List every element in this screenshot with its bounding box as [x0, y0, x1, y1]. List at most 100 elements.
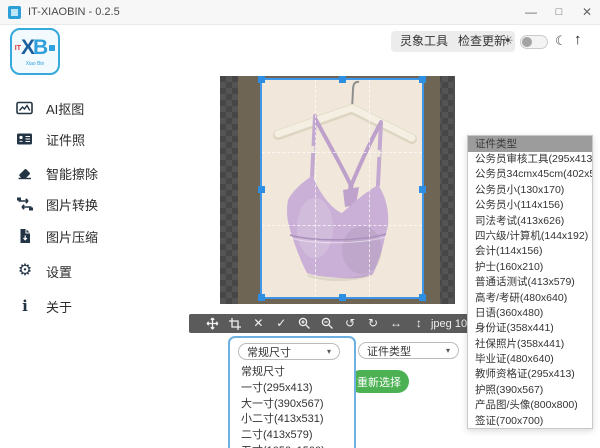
sidebar-item-label: 图片转换 [46, 195, 98, 214]
handle-bottom-left[interactable] [258, 294, 265, 301]
format-quality-label[interactable]: jpeg 10 [430, 318, 467, 330]
certificate-type-option[interactable]: 身份证(358x441) [468, 321, 592, 336]
size-option[interactable]: 大一寸(390x567) [234, 397, 350, 413]
move-icon[interactable] [201, 317, 224, 330]
certificate-type-option[interactable]: 日语(360x480) [468, 306, 592, 321]
handle-right-mid[interactable] [419, 186, 426, 193]
grid-line-horizontal [262, 152, 422, 153]
app-logo: IT X B Xiao Bin [10, 28, 60, 75]
size-option[interactable]: 二寸(413x579) [234, 428, 350, 444]
certificate-type-option[interactable]: 公务员小(114x156) [468, 198, 592, 213]
certificate-type-option[interactable]: 司法考试(413x626) [468, 214, 592, 229]
sidebar-item-label: 关于 [46, 297, 72, 316]
close-button[interactable]: ✕ [578, 3, 596, 21]
certificate-type-option[interactable]: 护照(390x567) [468, 383, 592, 398]
size-option[interactable]: 小二寸(413x531) [234, 412, 350, 428]
grid-line-vertical [369, 80, 370, 297]
scroll-top-button[interactable]: ↑ [574, 31, 582, 48]
app-window: IT-XIAOBIN - 0.2.5 — □ ✕ IT X B Xiao Bin… [0, 0, 600, 448]
certificate-type-option[interactable]: 公务员34cmx45cm(402x531) [468, 167, 592, 182]
sidebar-item-id-photo[interactable]: 证件照 [16, 127, 146, 151]
window-title: IT-XIAOBIN - 0.2.5 [28, 6, 120, 18]
certificate-type-header: 证件类型 [468, 136, 592, 152]
sidebar-item-label: 图片压缩 [46, 227, 98, 246]
handle-top-left[interactable] [258, 76, 265, 83]
certificate-type-option[interactable]: 毕业证(480x640) [468, 352, 592, 367]
grid-line-vertical [315, 80, 316, 297]
handle-top-mid[interactable] [339, 76, 346, 83]
confirm-icon[interactable]: ✓ [270, 314, 293, 333]
type-dropdown[interactable]: 证件类型 ▾ [358, 342, 459, 359]
certificate-type-option[interactable]: 会计(114x156) [468, 244, 592, 259]
logo-x-text: X [21, 36, 33, 60]
convert-arrows-icon [16, 196, 34, 212]
certificate-type-option[interactable]: 签证(700x700) [468, 414, 592, 429]
logo-b-text: B [33, 36, 48, 60]
certificate-type-option[interactable]: 社保照片(358x441) [468, 337, 592, 352]
reselect-button[interactable]: 重新选择 [349, 370, 409, 393]
image-cutout-icon [16, 100, 34, 116]
grid-line-horizontal [262, 225, 422, 226]
sidebar-item-label: AI抠图 [46, 99, 84, 118]
theme-toggle[interactable] [520, 35, 548, 49]
handle-top-right[interactable] [419, 76, 426, 83]
rotate-ccw-icon[interactable]: ↺ [339, 314, 362, 333]
certificate-type-list: 公务员审核工具(295x413)公务员34cmx45cm(402x531)公务员… [468, 152, 592, 429]
size-dropdown-value: 常规尺寸 [247, 344, 291, 360]
sidebar-item-ai-cutout[interactable]: AI抠图 [16, 96, 146, 120]
flip-horizontal-icon[interactable]: ↔ [385, 314, 408, 333]
handle-bottom-mid[interactable] [339, 294, 346, 301]
size-option[interactable]: 五寸(1050x1500) [234, 444, 350, 448]
certificate-type-option[interactable]: 产品图/头像(800x800) [468, 398, 592, 413]
handle-bottom-right[interactable] [419, 294, 426, 301]
sidebar-item-label: 证件照 [46, 130, 85, 149]
eraser-icon [16, 165, 34, 181]
sidebar-item-settings[interactable]: ⚙ 设置 [16, 259, 146, 283]
sidebar-item-about[interactable]: i 关于 [16, 294, 146, 318]
sidebar-item-label: 智能擦除 [46, 164, 98, 183]
zoom-in-icon[interactable] [293, 317, 316, 330]
gear-icon: ⚙ [16, 263, 34, 279]
moon-icon: ☾ [555, 33, 567, 49]
size-select-panel: 常规尺寸 ▾ 常规尺寸一寸(295x413)大一寸(390x567)小二寸(41… [228, 336, 356, 448]
chevron-down-icon: ▾ [327, 347, 331, 356]
crop-selection[interactable] [260, 78, 424, 299]
zoom-out-icon[interactable] [316, 317, 339, 330]
logo-square [49, 45, 55, 51]
certificate-type-option[interactable]: 高考/考研(480x640) [468, 291, 592, 306]
size-option[interactable]: 一寸(295x413) [234, 381, 350, 397]
chevron-down-icon: ▾ [446, 346, 450, 355]
certificate-type-option[interactable]: 公务员小(130x170) [468, 183, 592, 198]
sidebar-item-label: 设置 [46, 262, 72, 281]
certificate-type-option[interactable]: 护士(160x210) [468, 260, 592, 275]
rotate-cw-icon[interactable]: ↻ [362, 314, 385, 333]
info-icon: i [16, 298, 34, 314]
sidebar-item-smart-erase[interactable]: 智能擦除 [16, 161, 146, 185]
size-option-list: 常规尺寸一寸(295x413)大一寸(390x567)小二寸(413x531)二… [234, 365, 350, 448]
certificate-type-option[interactable]: 四六级/计算机(144x192) [468, 229, 592, 244]
sun-icon: ☀ [502, 33, 514, 49]
id-card-icon [16, 131, 34, 147]
certificate-type-option[interactable]: 公务员审核工具(295x413) [468, 152, 592, 167]
sidebar-item-image-convert[interactable]: 图片转换 [16, 192, 146, 216]
app-icon [8, 6, 21, 19]
compress-file-icon [16, 228, 34, 244]
crop-icon[interactable] [224, 318, 247, 330]
title-bar: IT-XIAOBIN - 0.2.5 — □ ✕ [0, 0, 600, 25]
size-option[interactable]: 常规尺寸 [234, 365, 350, 381]
lingxiang-tools-button[interactable]: 灵象工具 [391, 31, 457, 52]
certificate-type-panel: 证件类型 公务员审核工具(295x413)公务员34cmx45cm(402x53… [467, 135, 593, 429]
certificate-type-option[interactable]: 教师资格证(295x413) [468, 367, 592, 382]
toggle-knob[interactable] [522, 37, 532, 47]
sidebar-item-image-compress[interactable]: 图片压缩 [16, 224, 146, 248]
maximize-button[interactable]: □ [550, 3, 568, 21]
certificate-type-option[interactable]: 普通话测试(413x579) [468, 275, 592, 290]
handle-left-mid[interactable] [258, 186, 265, 193]
flip-vertical-icon[interactable]: ↕ [407, 314, 430, 333]
type-dropdown-value: 证件类型 [367, 343, 411, 359]
size-dropdown[interactable]: 常规尺寸 ▾ [238, 343, 340, 360]
minimize-button[interactable]: — [522, 3, 540, 21]
cancel-icon[interactable]: ✕ [247, 314, 270, 333]
crop-toolbar: ✕ ✓ ↺ ↻ ↔ ↕ jpeg 10 [189, 314, 479, 333]
logo-subtext: Xiao Bin [26, 61, 45, 67]
